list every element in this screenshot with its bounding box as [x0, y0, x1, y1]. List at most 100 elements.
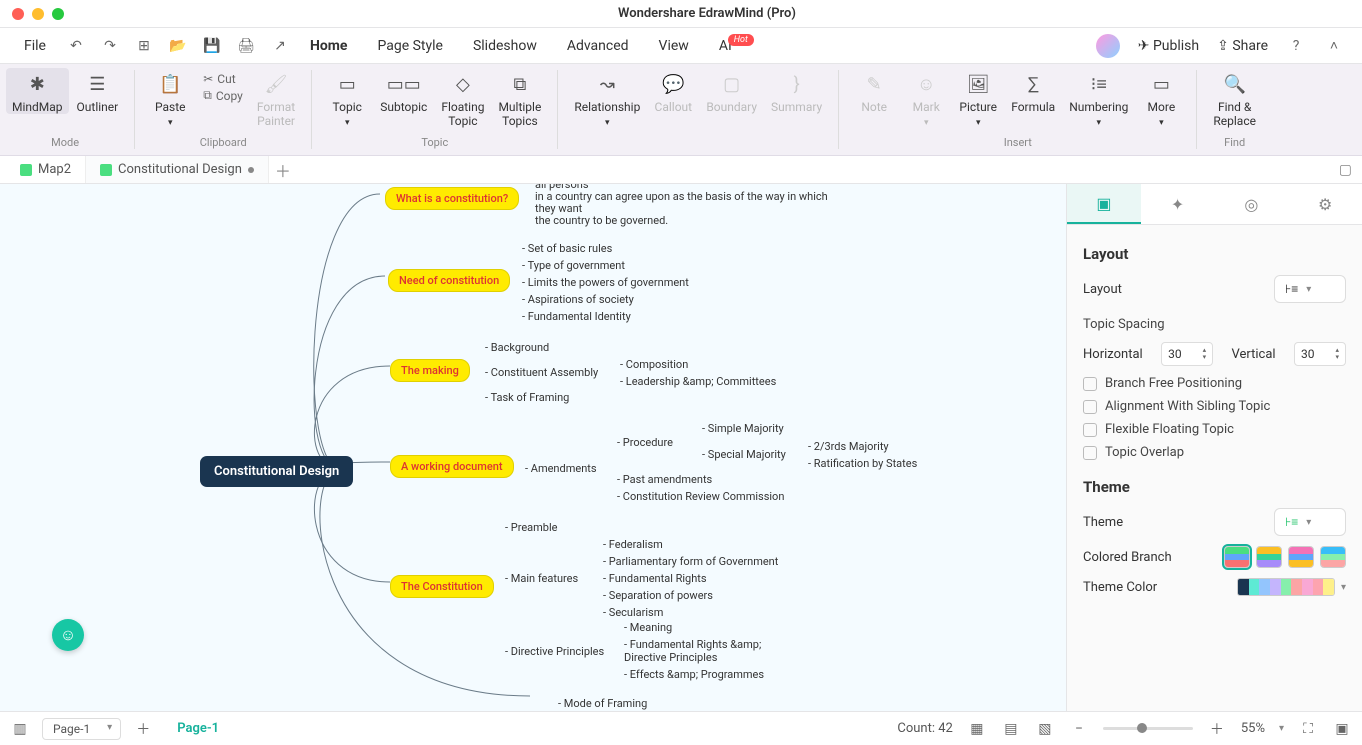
boundary-button[interactable]: ▢Boundary: [700, 68, 763, 114]
multiple-topics-button[interactable]: ⧉Multiple Topics: [492, 68, 547, 129]
cut-button[interactable]: ✂Cut: [203, 72, 235, 86]
panel-tab-layout[interactable]: ▣: [1067, 184, 1141, 224]
tab-page-style[interactable]: Page Style: [375, 34, 444, 58]
leaf[interactable]: - 2/3rds Majority: [808, 440, 889, 453]
leaf[interactable]: - Constituent Assembly: [485, 366, 598, 379]
mode-mindmap[interactable]: ✱MindMap: [6, 68, 69, 114]
panel-toggle[interactable]: ▢: [1329, 162, 1362, 178]
help-icon[interactable]: ?: [1286, 36, 1306, 56]
close-window[interactable]: [12, 8, 24, 20]
add-page-button[interactable]: ＋: [133, 719, 153, 739]
leaf[interactable]: - Special Majority: [702, 448, 786, 461]
tab-ai[interactable]: AIHot: [717, 34, 760, 58]
leaf[interactable]: - Limits the powers of government: [522, 276, 689, 289]
callout-button[interactable]: 💬Callout: [648, 68, 698, 114]
doc-tab-constitutional[interactable]: Constitutional Design: [86, 156, 269, 183]
swatch-4[interactable]: [1320, 546, 1346, 568]
leaf[interactable]: - Ratification by States: [808, 457, 917, 470]
panel-tab-style[interactable]: ✦: [1141, 184, 1215, 224]
leaf[interactable]: - Fundamental Identity: [522, 310, 631, 323]
leaf[interactable]: - Federalism: [603, 538, 663, 551]
node-making[interactable]: The making: [390, 359, 470, 382]
chevron-down-icon[interactable]: ▾: [1341, 582, 1346, 593]
leaf[interactable]: - Mode of Framing: [558, 697, 647, 710]
leaf[interactable]: - Fundamental Rights: [603, 572, 707, 585]
view-mode-3[interactable]: ▧: [1035, 719, 1055, 739]
horizontal-input[interactable]: 30▴▾: [1161, 342, 1213, 366]
more-button[interactable]: ▭More▾: [1136, 68, 1186, 129]
leaf[interactable]: - Aspirations of society: [522, 293, 634, 306]
zoom-value[interactable]: 55%: [1241, 721, 1265, 736]
view-mode-1[interactable]: ▦: [967, 719, 987, 739]
paste-button[interactable]: 📋Paste▾: [145, 68, 195, 129]
node-need[interactable]: Need of constitution: [388, 269, 510, 292]
format-painter-button[interactable]: 🖌Format Painter: [251, 68, 301, 129]
view-mode-2[interactable]: ▤: [1001, 719, 1021, 739]
leaf[interactable]: - Set of basic rules: [522, 242, 612, 255]
print-icon[interactable]: 🖨: [236, 36, 256, 56]
doc-tab-map2[interactable]: Map2: [6, 156, 86, 183]
leaf[interactable]: - Background: [485, 341, 549, 354]
copy-button[interactable]: ⧉Copy: [203, 88, 243, 103]
note-button[interactable]: ✎Note: [849, 68, 899, 114]
floating-topic-button[interactable]: ◇Floating Topic: [435, 68, 490, 129]
zoom-out-button[interactable]: −: [1069, 719, 1089, 739]
summary-button[interactable]: }Summary: [765, 68, 828, 114]
maximize-window[interactable]: [52, 8, 64, 20]
topic-button[interactable]: ▭Topic▾: [322, 68, 372, 129]
mark-button[interactable]: ☺Mark▾: [901, 68, 951, 129]
leaf[interactable]: - Main features: [505, 572, 578, 585]
canvas[interactable]: Constitutional Design What is a constitu…: [0, 184, 1066, 711]
leaf[interactable]: - Effects &amp; Programmes: [624, 668, 764, 681]
save-icon[interactable]: 💾: [202, 36, 222, 56]
publish-button[interactable]: ✈ Publish: [1138, 38, 1199, 54]
leaf[interactable]: - Composition: [620, 358, 688, 371]
root-node[interactable]: Constitutional Design: [200, 456, 353, 487]
swatch-2[interactable]: [1256, 546, 1282, 568]
pages-icon[interactable]: ▥: [10, 719, 30, 739]
chk-flexible-floating[interactable]: Flexible Floating Topic: [1083, 422, 1346, 437]
leaf[interactable]: - Fundamental Rights &amp; Directive Pri…: [624, 638, 764, 664]
leaf[interactable]: - Meaning: [624, 621, 672, 634]
zoom-in-button[interactable]: ＋: [1207, 719, 1227, 739]
leaf[interactable]: - Past amendments: [617, 473, 712, 486]
assistant-fab[interactable]: ☺: [52, 619, 84, 651]
chk-branch-free[interactable]: Branch Free Positioning: [1083, 376, 1346, 391]
layout-dropdown[interactable]: ⊦≡▾: [1274, 275, 1346, 303]
leaf[interactable]: - Amendments: [525, 462, 597, 475]
tab-advanced[interactable]: Advanced: [565, 34, 631, 58]
panel-tab-settings[interactable]: ⚙: [1288, 184, 1362, 224]
node-working-doc[interactable]: A working document: [390, 455, 514, 478]
picture-button[interactable]: 🖼Picture▾: [953, 68, 1003, 129]
leaf[interactable]: - Directive Principles: [505, 645, 604, 658]
leaf[interactable]: - Simple Majority: [702, 422, 784, 435]
find-replace-button[interactable]: 🔍Find & Replace: [1207, 68, 1262, 129]
leaf[interactable]: - Constitution Review Commission: [617, 490, 784, 503]
user-avatar[interactable]: [1096, 34, 1120, 58]
vertical-input[interactable]: 30▴▾: [1294, 342, 1346, 366]
subtopic-button[interactable]: ▭▭Subtopic: [374, 68, 433, 114]
leaf[interactable]: - Procedure: [617, 436, 673, 449]
node-what-is[interactable]: What is a constitution?: [385, 187, 519, 210]
open-icon[interactable]: 📂: [168, 36, 188, 56]
new-icon[interactable]: ⊞: [134, 36, 154, 56]
leaf[interactable]: - Leadership &amp; Committees: [620, 375, 776, 388]
share-button[interactable]: ⇪ Share: [1217, 38, 1268, 54]
swatch-1[interactable]: [1224, 546, 1250, 568]
redo-icon[interactable]: ↷: [100, 36, 120, 56]
theme-color-picker[interactable]: [1237, 578, 1335, 596]
node-constitution[interactable]: The Constitution: [390, 575, 494, 598]
page-tab[interactable]: Page-1: [165, 721, 231, 736]
leaf[interactable]: - Secularism: [603, 606, 663, 619]
numbering-button[interactable]: ⁝≡Numbering▾: [1063, 68, 1134, 129]
leaf[interactable]: - Preamble: [505, 521, 558, 534]
leaf[interactable]: - Separation of powers: [603, 589, 713, 602]
minimize-window[interactable]: [32, 8, 44, 20]
leaf[interactable]: - Type of government: [522, 259, 625, 272]
collapse-ribbon-icon[interactable]: ˄: [1324, 36, 1344, 56]
mode-outliner[interactable]: ☰Outliner: [71, 68, 125, 114]
fullscreen-icon[interactable]: ▣: [1332, 719, 1352, 739]
tab-view[interactable]: View: [657, 34, 691, 58]
chk-align-sibling[interactable]: Alignment With Sibling Topic: [1083, 399, 1346, 414]
swatch-3[interactable]: [1288, 546, 1314, 568]
